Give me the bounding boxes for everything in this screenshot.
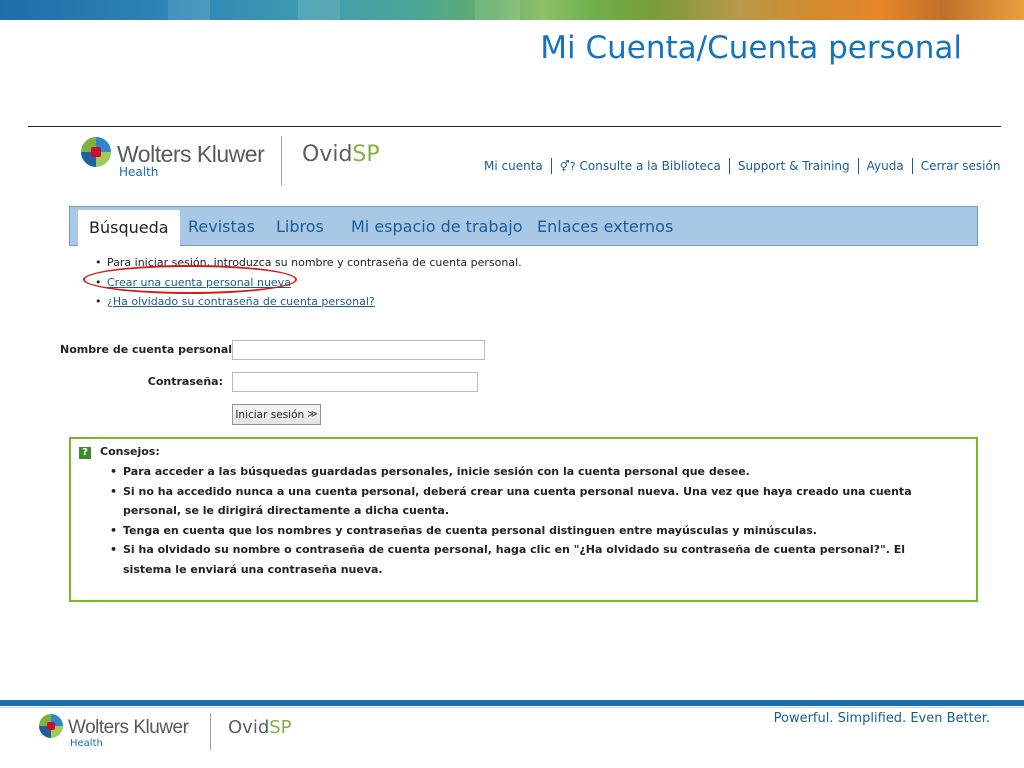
list-item: Crear una cuenta personal nueva: [95, 273, 522, 293]
wk-globe-icon: [39, 714, 63, 738]
footer-wolters-kluwer-logo: Wolters Kluwer Health: [39, 713, 189, 749]
librarian-icon: ⚥?: [559, 160, 576, 173]
wk-globe-icon: [81, 137, 111, 167]
ovidsp-logo: OvidSP: [302, 142, 380, 167]
tip-item: Tenga en cuenta que los nombres y contra…: [110, 521, 953, 541]
tab-libros[interactable]: Libros: [276, 207, 324, 246]
password-label: Contraseña:: [147, 375, 223, 388]
top-decorative-band: [0, 0, 1024, 20]
band-segment: [168, 0, 210, 20]
title-rule: [28, 126, 1001, 127]
logo-divider: [281, 136, 282, 185]
login-button[interactable]: Iniciar sesión ≫: [232, 404, 321, 425]
main-tab-bar: Búsqueda Revistas Libros Mi espacio de t…: [69, 206, 978, 247]
tab-busqueda[interactable]: Búsqueda: [78, 210, 180, 247]
list-item: Para iniciar sesión, introduzca su nombr…: [95, 253, 522, 273]
top-link-cerrar-sesion[interactable]: Cerrar sesión: [913, 159, 1009, 173]
tab-enlaces-externos[interactable]: Enlaces externos: [537, 207, 673, 246]
login-button-label: Iniciar sesión: [235, 408, 305, 421]
login-info-list: Para iniciar sesión, introduzca su nombr…: [95, 253, 522, 312]
double-chevron-right-icon: ≫: [307, 409, 318, 420]
top-nav: Mi cuenta ⚥? Consulte a la Biblioteca Sup…: [484, 157, 1008, 175]
top-link-ayuda[interactable]: Ayuda: [859, 159, 912, 173]
create-account-link[interactable]: Crear una cuenta personal nueva: [107, 276, 291, 289]
username-input[interactable]: [232, 340, 485, 360]
password-input[interactable]: [232, 372, 478, 392]
tab-revistas[interactable]: Revistas: [188, 207, 255, 246]
footer-logo-divider: [210, 713, 211, 750]
tip-item: Si no ha accedido nunca a una cuenta per…: [110, 482, 953, 521]
login-instruction: Para iniciar sesión, introduzca su nombr…: [107, 256, 522, 269]
tips-list: Para acceder a las búsquedas guardadas p…: [110, 462, 953, 579]
footer-tagline: Powerful. Simplified. Even Better.: [773, 711, 990, 726]
username-label: Nombre de cuenta personal:: [60, 343, 237, 356]
tip-item: Si ha olvidado su nombre o contraseña de…: [110, 540, 953, 579]
wolters-kluwer-logo: Wolters Kluwer Health: [81, 136, 265, 178]
help-question-icon: ?: [79, 447, 91, 459]
slide-title: Mi Cuenta/Cuenta personal: [540, 30, 962, 66]
top-link-support-training[interactable]: Support & Training: [730, 159, 858, 173]
top-link-mi-cuenta[interactable]: Mi cuenta: [484, 159, 551, 173]
bottom-band-line: [0, 707, 1024, 708]
tips-title: Consejos:: [100, 445, 160, 458]
list-item: ¿Ha olvidado su contraseña de cuenta per…: [95, 292, 522, 312]
forgot-password-link[interactable]: ¿Ha olvidado su contraseña de cuenta per…: [107, 295, 375, 308]
band-segment: [475, 0, 520, 20]
bottom-band: [0, 700, 1024, 706]
footer-ovidsp-logo: OvidSP: [228, 717, 292, 738]
band-segment: [298, 0, 340, 20]
tab-mi-espacio-de-trabajo[interactable]: Mi espacio de trabajo: [351, 207, 523, 246]
tip-item: Para acceder a las búsquedas guardadas p…: [110, 462, 953, 482]
tips-box: ? Consejos: Para acceder a las búsquedas…: [69, 437, 978, 602]
top-link-consulte-biblioteca[interactable]: ⚥? Consulte a la Biblioteca: [552, 159, 729, 173]
